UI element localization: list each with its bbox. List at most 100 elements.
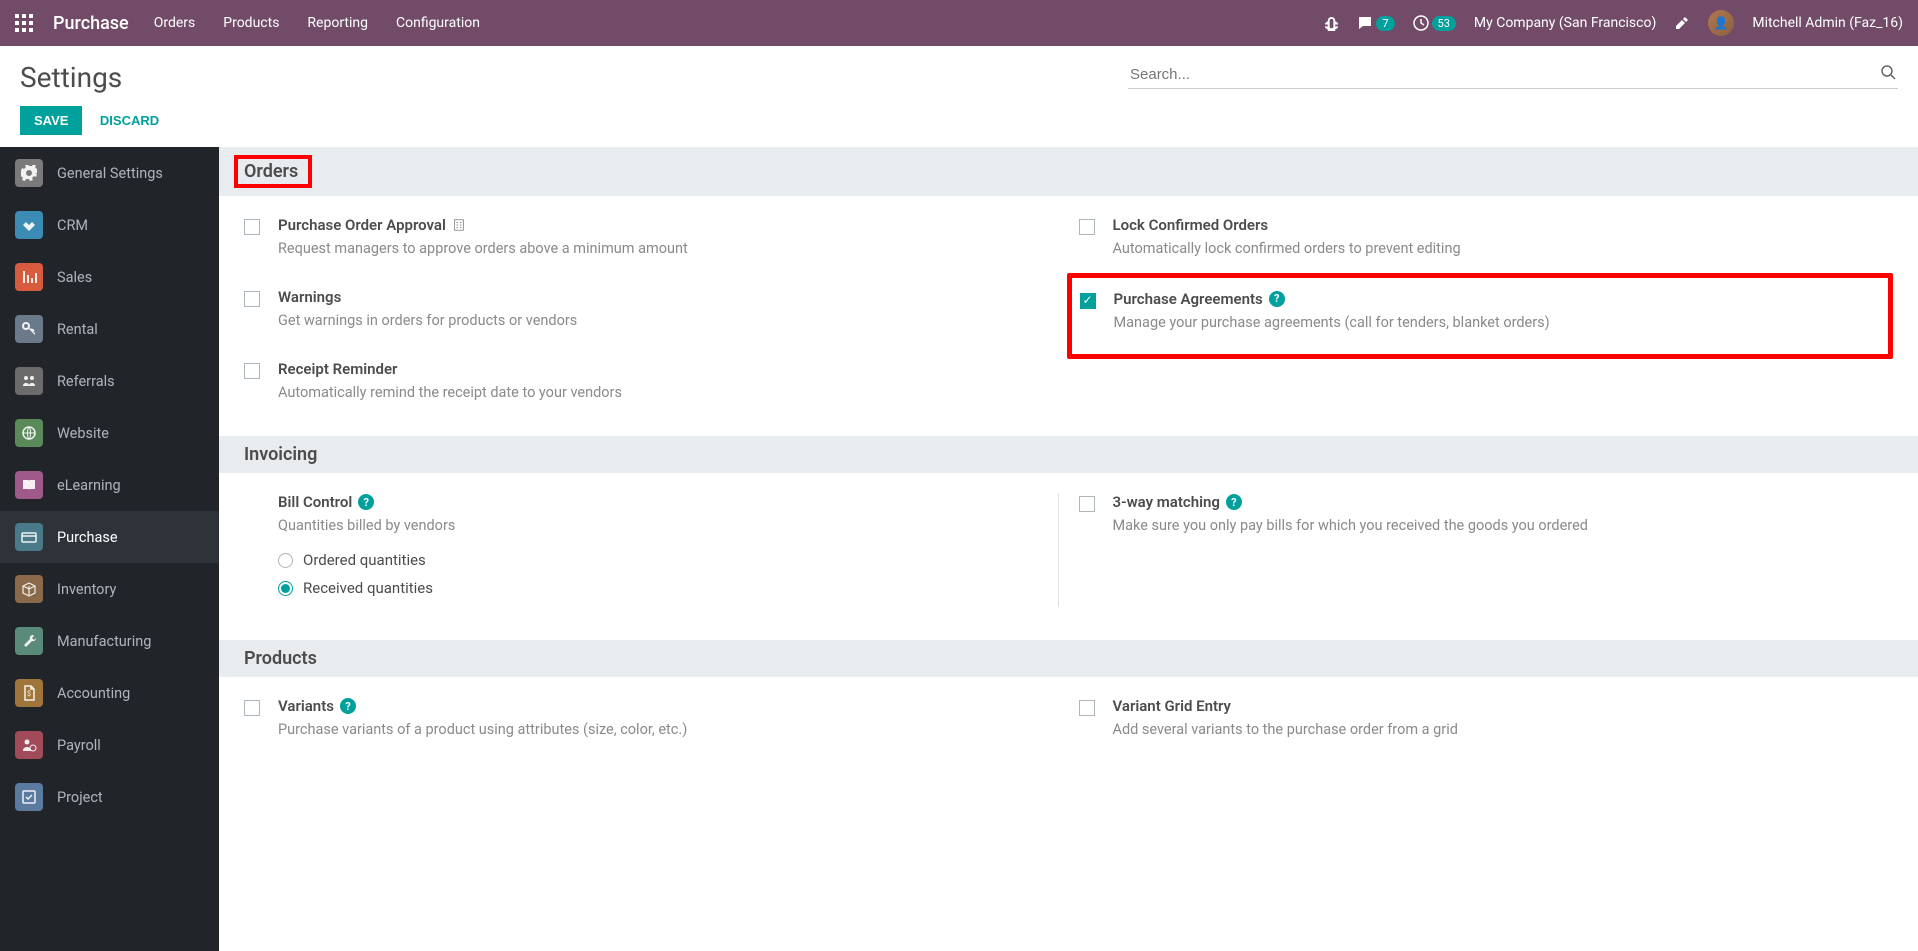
setting-lock-confirmed-orders: Lock Confirmed Orders Automatically lock… [1079,216,1894,260]
sidebar-item-project[interactable]: Project [0,771,219,823]
search-input[interactable] [1128,61,1898,89]
help-icon[interactable]: ? [358,494,374,510]
setting-title: Variants [278,697,334,715]
settings-block-orders: Purchase Order Approval Request managers… [219,196,1918,436]
settings-block-invoicing: Bill Control? Quantities billed by vendo… [219,473,1918,640]
search-icon[interactable] [1880,64,1896,84]
checkbox-3way-matching[interactable] [1079,496,1095,512]
checkbox-lock-confirmed[interactable] [1079,219,1095,235]
nav-right: 7 53 My Company (San Francisco) 👤 Mitche… [1324,10,1903,36]
sidebar-item-referrals[interactable]: Referrals [0,355,219,407]
setting-title: 3-way matching [1113,493,1220,511]
checkbox-purchase-order-approval[interactable] [244,219,260,235]
user-menu[interactable]: Mitchell Admin (Faz_16) [1752,15,1903,31]
setting-desc: Quantities billed by vendors [278,515,1043,537]
sidebar-item-elearning[interactable]: eLearning [0,459,219,511]
main: General Settings CRM Sales Rental Referr… [0,147,1918,951]
checkbox-variants[interactable] [244,700,260,716]
sidebar-item-rental[interactable]: Rental [0,303,219,355]
sidebar-item-website[interactable]: Website [0,407,219,459]
sidebar-item-label: Sales [57,269,92,286]
messages-icon[interactable]: 7 [1357,15,1394,31]
setting-purchase-order-approval: Purchase Order Approval Request managers… [244,216,1059,260]
credit-card-icon [15,523,43,551]
setting-warnings: Warnings Get warnings in orders for prod… [244,288,1059,332]
sidebar-item-purchase[interactable]: Purchase [0,511,219,563]
setting-title: Warnings [278,288,1059,306]
setting-title: Bill Control [278,493,352,511]
apps-icon[interactable] [15,14,33,32]
setting-desc: Request managers to approve orders above… [278,238,1059,260]
sidebar-item-general-settings[interactable]: General Settings [0,147,219,199]
settings-block-products: Variants? Purchase variants of a product… [219,677,1918,774]
tools-icon[interactable] [1674,15,1690,31]
radio-dot [278,581,293,596]
sidebar-item-label: Website [57,425,109,442]
setting-bill-control: Bill Control? Quantities billed by vendo… [244,493,1059,607]
sidebar-item-label: Rental [57,321,98,338]
help-icon[interactable]: ? [1226,494,1242,510]
box-icon [15,575,43,603]
radio-received-quantities[interactable]: Received quantities [278,579,1043,597]
gear-icon [15,159,43,187]
top-nav: Purchase Orders Products Reporting Confi… [0,0,1918,46]
checkbox-receipt-reminder[interactable] [244,363,260,379]
sidebar-item-accounting[interactable]: $Accounting [0,667,219,719]
sidebar-item-crm[interactable]: CRM [0,199,219,251]
enterprise-icon [452,218,466,232]
nav-configuration[interactable]: Configuration [396,15,480,31]
setting-title: Purchase Agreements [1114,290,1263,308]
help-icon[interactable]: ? [340,698,356,714]
help-icon[interactable]: ? [1269,291,1285,307]
setting-title: Purchase Order Approval [278,216,446,234]
messages-badge: 7 [1376,16,1394,31]
app-brand[interactable]: Purchase [53,13,129,34]
checkbox-purchase-agreements[interactable] [1080,293,1096,309]
sidebar-item-label: Manufacturing [57,633,151,650]
sidebar-item-payroll[interactable]: Payroll [0,719,219,771]
control-panel: Settings SAVE DISCARD [0,46,1918,147]
setting-desc: Automatically remind the receipt date to… [278,382,1059,404]
sidebar-item-label: Purchase [57,529,118,546]
setting-title: Lock Confirmed Orders [1113,216,1894,234]
discard-button[interactable]: DISCARD [96,106,163,135]
setting-desc: Add several variants to the purchase ord… [1113,719,1894,741]
sidebar-item-sales[interactable]: Sales [0,251,219,303]
setting-receipt-reminder: Receipt Reminder Automatically remind th… [244,360,1059,404]
company-switcher[interactable]: My Company (San Francisco) [1474,15,1656,31]
chart-icon [15,263,43,291]
settings-sidebar: General Settings CRM Sales Rental Referr… [0,147,219,951]
sidebar-item-manufacturing[interactable]: Manufacturing [0,615,219,667]
setting-desc: Make sure you only pay bills for which y… [1113,515,1894,537]
sidebar-item-inventory[interactable]: Inventory [0,563,219,615]
svg-text:$: $ [27,690,31,698]
avatar[interactable]: 👤 [1708,10,1734,36]
setting-3way-matching: 3-way matching? Make sure you only pay b… [1079,493,1894,537]
save-button[interactable]: SAVE [20,106,82,135]
document-icon: $ [15,679,43,707]
handshake-icon [15,211,43,239]
nav-orders[interactable]: Orders [154,15,196,31]
page-title: Settings [20,61,163,94]
section-header-products: Products [219,640,1918,677]
setting-title: Receipt Reminder [278,360,1059,378]
book-icon [15,471,43,499]
setting-desc: Get warnings in orders for products or v… [278,310,1059,332]
activities-icon[interactable]: 53 [1413,15,1456,31]
settings-content[interactable]: Orders Purchase Order Approval Request m… [219,147,1918,951]
radio-ordered-quantities[interactable]: Ordered quantities [278,551,1043,569]
nav-products[interactable]: Products [223,15,279,31]
section-header-invoicing: Invoicing [219,436,1918,473]
key-icon [15,315,43,343]
setting-desc: Purchase variants of a product using att… [278,719,1059,741]
nav-reporting[interactable]: Reporting [307,15,368,31]
wrench-icon [15,627,43,655]
sidebar-item-label: eLearning [57,477,121,494]
radio-label: Received quantities [303,579,433,597]
debug-icon[interactable] [1324,16,1339,31]
setting-desc: Automatically lock confirmed orders to p… [1113,238,1894,260]
sidebar-item-label: Payroll [57,737,101,754]
radio-label: Ordered quantities [303,551,426,569]
checkbox-warnings[interactable] [244,291,260,307]
checkbox-variant-grid[interactable] [1079,700,1095,716]
